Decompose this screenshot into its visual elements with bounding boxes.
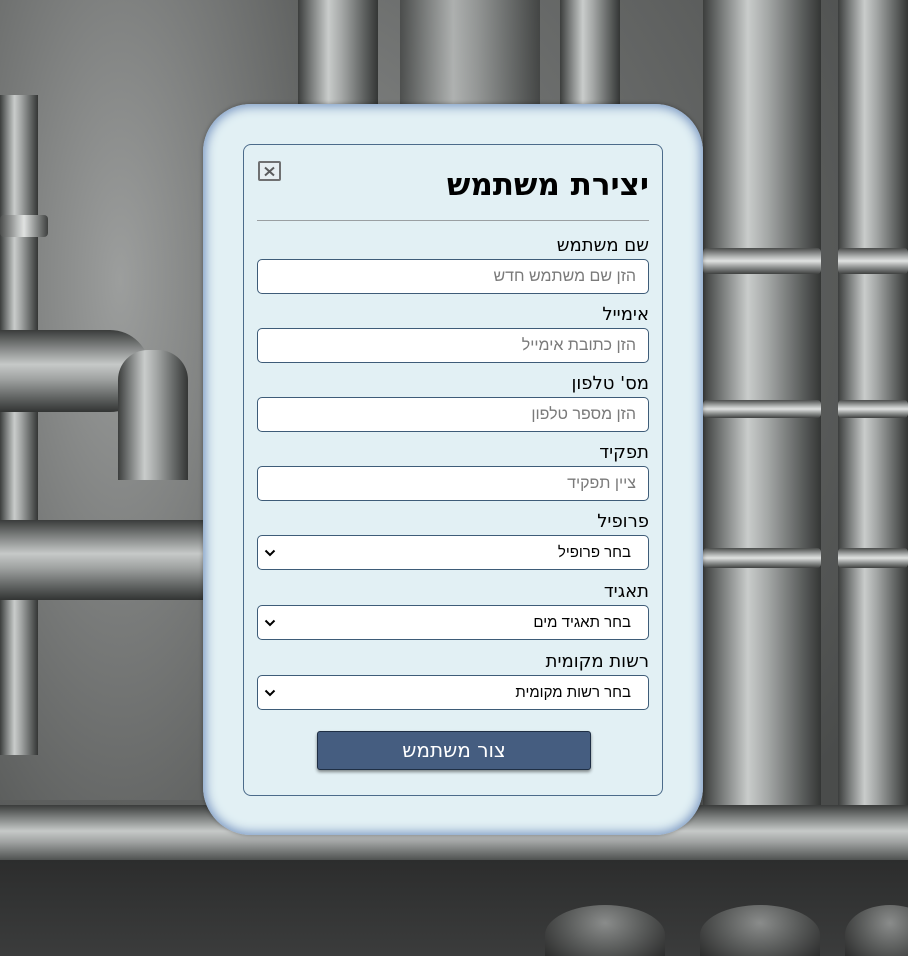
corporation-label: תאגיד bbox=[603, 581, 649, 602]
profile-selected-value: בחר פרופיל bbox=[557, 544, 631, 561]
background-pipe bbox=[0, 520, 210, 600]
role-input[interactable] bbox=[257, 466, 649, 501]
authority-selected-value: בחר רשות מקומית bbox=[515, 684, 631, 701]
dialog-title: יצירת משתמש bbox=[446, 167, 649, 203]
create-user-button[interactable]: צור משתמש bbox=[317, 731, 591, 770]
authority-select[interactable]: בחר רשות מקומית bbox=[257, 675, 649, 710]
authority-label: רשות מקומית bbox=[545, 651, 649, 672]
email-input[interactable] bbox=[257, 328, 649, 363]
background-pipe bbox=[0, 95, 38, 755]
close-button[interactable] bbox=[258, 161, 281, 181]
background-pipe-ring bbox=[703, 400, 821, 418]
phone-label: מס' טלפון bbox=[571, 373, 649, 394]
background-pipe bbox=[700, 905, 820, 956]
profile-select[interactable]: בחר פרופיל bbox=[257, 535, 649, 570]
create-user-dialog: יצירת משתמש שם משתמש אימייל מס' טלפון תפ… bbox=[203, 104, 703, 835]
profile-label: פרופיל bbox=[597, 511, 649, 532]
corporation-field-group: תאגיד בחר תאגיד מים bbox=[257, 581, 649, 640]
email-label: אימייל bbox=[602, 304, 649, 325]
phone-input[interactable] bbox=[257, 397, 649, 432]
authority-field-group: רשות מקומית בחר רשות מקומית bbox=[257, 651, 649, 710]
role-label: תפקיד bbox=[599, 442, 649, 463]
email-field-group: אימייל bbox=[257, 304, 649, 363]
background-pipe-clamp bbox=[0, 215, 48, 237]
background-pipe-ring bbox=[838, 548, 908, 568]
username-label: שם משתמש bbox=[556, 235, 649, 256]
background-pipe bbox=[298, 0, 378, 110]
corporation-selected-value: בחר תאגיד מים bbox=[533, 614, 631, 631]
corporation-select[interactable]: בחר תאגיד מים bbox=[257, 605, 649, 640]
username-input[interactable] bbox=[257, 259, 649, 294]
background-pipe bbox=[545, 905, 665, 956]
background-pipe-ring bbox=[838, 248, 908, 274]
close-icon bbox=[264, 166, 275, 176]
title-divider bbox=[257, 220, 649, 221]
background-pipe bbox=[560, 0, 620, 110]
chevron-down-icon bbox=[264, 689, 276, 697]
background-pipe bbox=[118, 350, 188, 480]
create-user-form: יצירת משתמש שם משתמש אימייל מס' טלפון תפ… bbox=[243, 144, 663, 796]
background-pipe-ring bbox=[703, 248, 821, 274]
background-pipe-ring bbox=[703, 548, 821, 568]
role-field-group: תפקיד bbox=[257, 442, 649, 501]
phone-field-group: מס' טלפון bbox=[257, 373, 649, 432]
background-pipe bbox=[400, 0, 540, 110]
username-field-group: שם משתמש bbox=[257, 235, 649, 294]
chevron-down-icon bbox=[264, 549, 276, 557]
chevron-down-icon bbox=[264, 619, 276, 627]
background-pipe-ring bbox=[838, 400, 908, 418]
profile-field-group: פרופיל בחר פרופיל bbox=[257, 511, 649, 570]
